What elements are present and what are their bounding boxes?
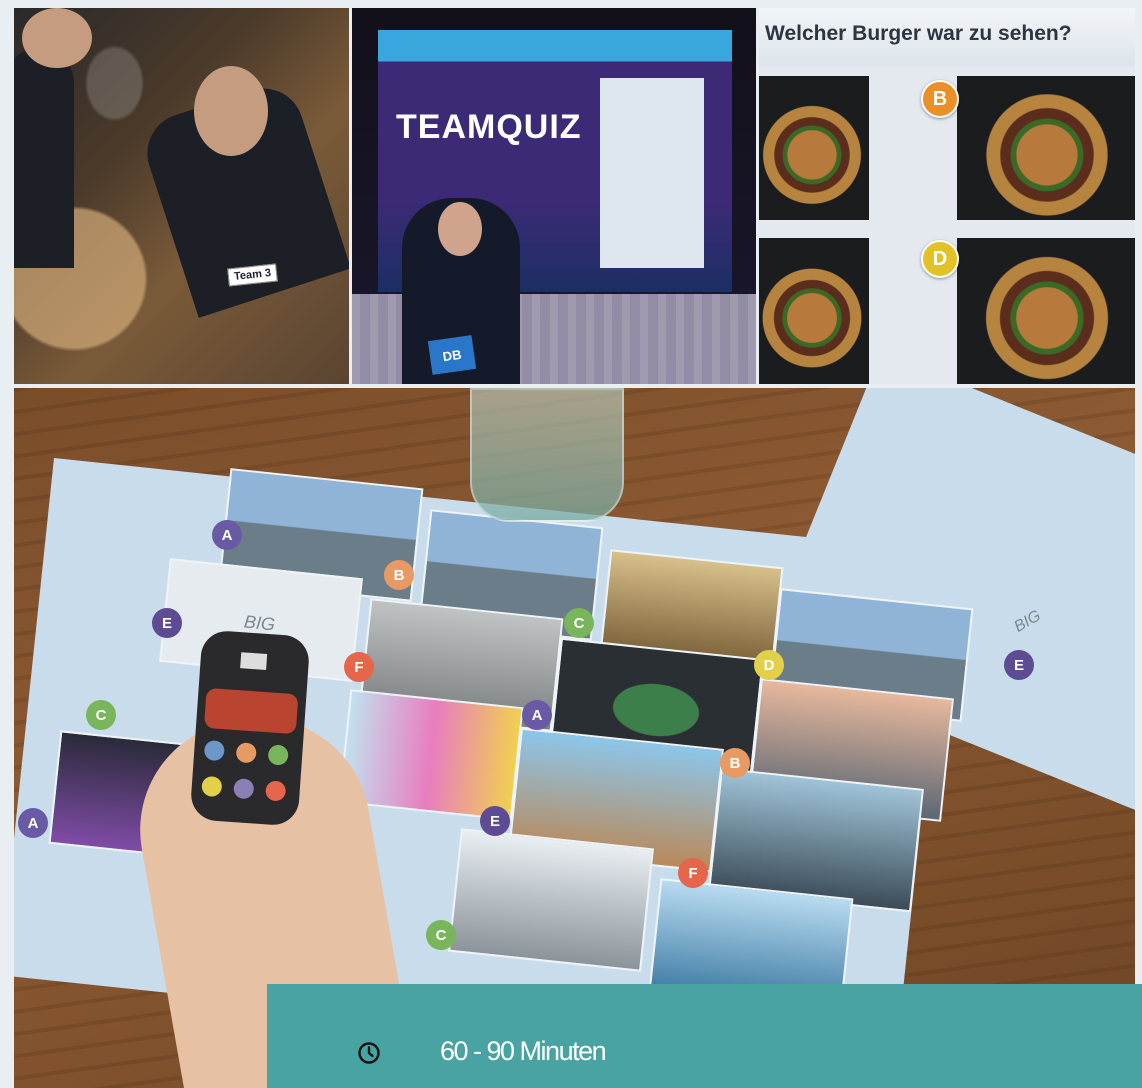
photo-collage: Team 3 TEAMQUIZ DB Welcher Burger war zu… [0, 0, 1142, 1088]
remote-key [201, 775, 223, 798]
screen-title: TEAMQUIZ [396, 108, 582, 146]
marker-e: E [480, 806, 510, 836]
water-glass [470, 388, 624, 522]
marker-b: B [720, 748, 750, 778]
marker-e: E [152, 608, 182, 638]
photo-card [448, 828, 654, 972]
burger-image-a [759, 76, 869, 220]
remote-key [233, 778, 255, 800]
team-table-photo: Team 3 [14, 8, 349, 384]
marker-c: C [426, 920, 456, 950]
remote-key [235, 742, 257, 764]
marker-b: B [384, 560, 414, 590]
marker-a: A [212, 520, 242, 550]
sponsor-logos [600, 78, 704, 268]
clock-icon [358, 1042, 380, 1064]
stage-photo: TEAMQUIZ DB [352, 8, 756, 384]
burger-quiz-photo: Welcher Burger war zu sehen? B D [759, 8, 1135, 384]
marker-f: F [344, 652, 374, 682]
marker-d: D [754, 650, 784, 680]
person-head [22, 8, 92, 68]
marker-c: C [564, 608, 594, 638]
presenter-head [438, 202, 482, 256]
burger-image-b [957, 76, 1135, 220]
marker-a: A [522, 700, 552, 730]
quiz-question: Welcher Burger war zu sehen? [765, 22, 1072, 45]
remote-key [264, 780, 287, 802]
remote-display [240, 652, 268, 670]
person-head [194, 66, 268, 156]
option-b-badge: B [921, 80, 959, 118]
burger-image-c [759, 238, 869, 384]
remote-key [203, 739, 226, 762]
person-shirt [14, 48, 74, 268]
option-d-badge: D [921, 240, 959, 278]
remote-key [267, 744, 289, 766]
marker-a: A [18, 808, 48, 838]
marker-f: F [678, 858, 708, 888]
remote-red-button [203, 687, 299, 735]
marker-e: E [1004, 650, 1034, 680]
burger-image-d [957, 238, 1135, 384]
buzzer-remote [189, 629, 311, 827]
marker-c: C [86, 700, 116, 730]
board-game-photo: BIG BIG A B C E F A B C D E F A C E [14, 388, 1135, 1088]
presenter-badge: DB [427, 335, 477, 375]
duration-text: 60 - 90 Minuten [440, 1036, 607, 1066]
duration-info-box: 60 - 90 Minuten [267, 984, 1142, 1088]
